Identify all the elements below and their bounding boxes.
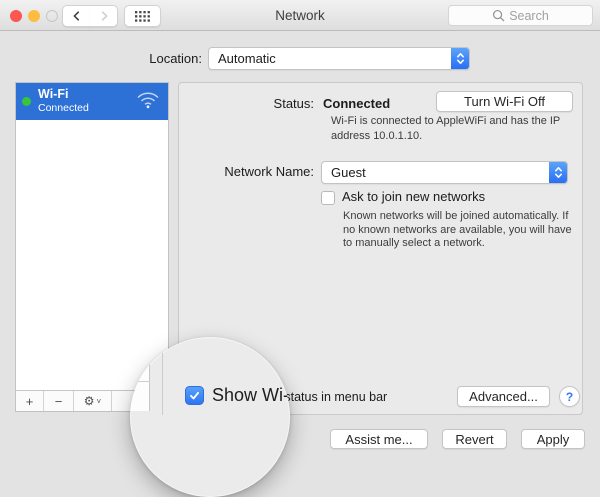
revert-button[interactable]: Revert: [442, 429, 507, 449]
network-name-select[interactable]: Guest: [321, 161, 568, 184]
popup-stepper-icon: [451, 48, 469, 69]
location-label: Location:: [149, 51, 202, 66]
show-wifi-label-magnified: Show Wi-Fi: [212, 385, 290, 405]
loupe-magnified-pane-edge: [162, 337, 163, 415]
title-bar: Network Search: [0, 0, 600, 31]
show-wifi-menubar-checkbox-magnified[interactable]: [185, 386, 204, 405]
ask-to-join-label: Ask to join new networks: [342, 189, 486, 204]
search-input[interactable]: Search: [448, 5, 593, 26]
loupe-magnified-toolbar-line: [130, 381, 150, 382]
search-icon: [493, 9, 505, 22]
assist-me-button[interactable]: Assist me...: [330, 429, 428, 449]
status-label: Status:: [273, 96, 314, 111]
chevron-down-icon: ˅: [96, 396, 102, 406]
interface-name: Wi-Fi: [38, 87, 69, 101]
status-value: Connected: [323, 96, 391, 111]
sidebar-item-wifi[interactable]: Wi-Fi Connected: [16, 83, 168, 120]
magnifier-loupe: Show Wi-Fi: [130, 337, 290, 497]
advanced-button[interactable]: Advanced...: [457, 386, 550, 407]
plus-icon: +: [25, 393, 34, 409]
checkmark-icon: [190, 391, 199, 400]
loupe-magnified-sidebar-edge: [130, 337, 150, 411]
network-name-value: Guest: [331, 165, 366, 180]
popup-stepper-icon: [549, 162, 567, 183]
status-dot-green: [22, 97, 31, 106]
location-value: Automatic: [218, 51, 276, 66]
minus-icon: −: [54, 393, 63, 409]
wifi-icon: [137, 92, 159, 109]
help-button[interactable]: ?: [559, 386, 580, 407]
ask-to-join-checkbox[interactable]: [321, 191, 335, 205]
search-placeholder: Search: [509, 8, 549, 23]
location-select[interactable]: Automatic: [208, 47, 470, 70]
add-interface-button[interactable]: +: [16, 391, 44, 411]
interface-status: Connected: [38, 102, 89, 114]
gear-icon: ⚙: [83, 394, 95, 408]
network-name-label: Network Name:: [224, 164, 314, 179]
ask-to-join-note: Known networks will be joined automatica…: [343, 210, 572, 249]
remove-interface-button[interactable]: −: [44, 391, 74, 411]
status-description: Wi-Fi is connected to AppleWiFi and has …: [331, 115, 561, 142]
actions-menu-button[interactable]: ⚙ ˅: [74, 391, 112, 411]
turn-wifi-off-button[interactable]: Turn Wi-Fi Off: [436, 91, 573, 112]
apply-button[interactable]: Apply: [521, 429, 585, 449]
